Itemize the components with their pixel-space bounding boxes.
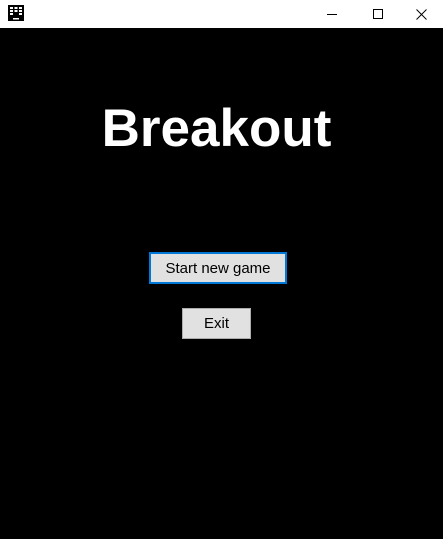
close-icon: [415, 8, 427, 20]
minimize-icon: [327, 14, 337, 15]
start-new-game-label: Start new game: [151, 254, 285, 282]
maximize-button[interactable]: [355, 0, 401, 28]
exit-button[interactable]: Exit: [182, 308, 251, 339]
game-window: Breakout Start new game Exit: [0, 0, 443, 539]
title-bar[interactable]: [0, 0, 443, 28]
start-new-game-button[interactable]: Start new game: [149, 252, 287, 284]
minimize-button[interactable]: [309, 0, 355, 28]
maximize-icon: [373, 9, 383, 19]
game-menu-screen: Breakout Start new game Exit: [0, 28, 443, 539]
breakout-app-icon[interactable]: [8, 5, 24, 21]
close-button[interactable]: [399, 0, 443, 28]
game-title: Breakout: [101, 99, 332, 158]
